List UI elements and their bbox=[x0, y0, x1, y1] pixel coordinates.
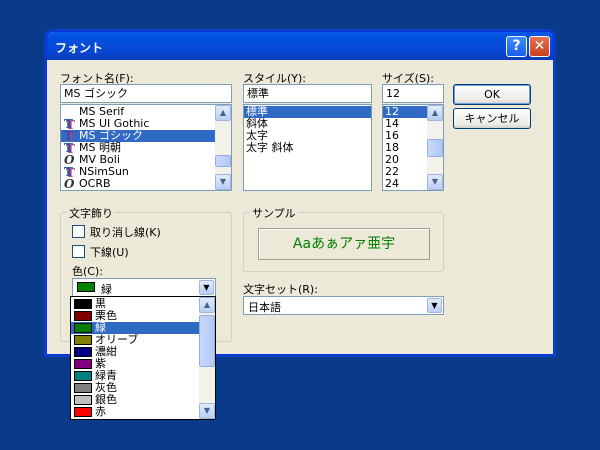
scroll-thumb[interactable] bbox=[215, 155, 231, 167]
title-bar[interactable]: フォント ? ✕ bbox=[47, 32, 553, 60]
font-name-list[interactable]: MS Serif T MS UI Gothic T MS ゴシック T MS 明… bbox=[60, 104, 232, 191]
cancel-button[interactable]: キャンセル bbox=[453, 108, 531, 129]
color-swatch bbox=[77, 282, 95, 292]
color-swatch bbox=[74, 383, 92, 393]
color-swatch bbox=[74, 311, 92, 321]
effects-legend: 文字飾り bbox=[67, 205, 115, 221]
color-option-black[interactable]: 黒 bbox=[71, 298, 199, 310]
underline-checkbox[interactable] bbox=[72, 245, 85, 258]
size-list[interactable]: 12 14 16 18 20 22 24 ▲ ▼ bbox=[382, 104, 444, 191]
scroll-up-icon[interactable]: ▲ bbox=[215, 105, 231, 121]
color-option-label: 赤 bbox=[95, 405, 106, 418]
help-button[interactable]: ? bbox=[506, 36, 527, 57]
color-option-maroon[interactable]: 栗色 bbox=[71, 310, 199, 322]
color-swatch bbox=[74, 323, 92, 333]
scroll-down-icon[interactable]: ▼ bbox=[199, 403, 215, 419]
size-list-scrollbar[interactable]: ▲ ▼ bbox=[427, 105, 443, 190]
charset-value: 日本語 bbox=[248, 301, 281, 314]
scroll-up-icon[interactable]: ▲ bbox=[199, 297, 215, 313]
color-dropdown-list[interactable]: 黒 栗色 緑 オリーブ 濃紺 紫 緑青 灰色 銀色 赤 ▲ ▼ bbox=[70, 296, 216, 420]
chevron-down-icon[interactable]: ▼ bbox=[199, 280, 214, 295]
font-item-ocrb[interactable]: O OCRB bbox=[61, 177, 215, 191]
color-swatch bbox=[74, 299, 92, 309]
color-swatch bbox=[74, 407, 92, 417]
style-item-label: 太字 斜体 bbox=[246, 141, 294, 154]
sample-legend: サンプル bbox=[250, 205, 298, 221]
style-item-bold-italic[interactable]: 太字 斜体 bbox=[244, 142, 371, 154]
style-value: 標準 bbox=[247, 87, 269, 100]
color-swatch bbox=[74, 395, 92, 405]
size-item[interactable]: 24 bbox=[383, 178, 427, 190]
strikeout-checkbox[interactable] bbox=[72, 225, 85, 238]
color-swatch bbox=[74, 347, 92, 357]
font-name-value: MS ゴシック bbox=[64, 87, 128, 100]
scroll-down-icon[interactable]: ▼ bbox=[215, 174, 231, 190]
ok-button-label: OK bbox=[484, 88, 500, 101]
sample-preview: Aaあぁアァ亜宇 bbox=[258, 228, 430, 260]
scroll-down-icon[interactable]: ▼ bbox=[427, 174, 443, 190]
color-label: 色(C): bbox=[72, 265, 103, 278]
color-option-silver[interactable]: 銀色 bbox=[71, 394, 199, 406]
ok-button[interactable]: OK bbox=[453, 84, 531, 105]
color-option-teal[interactable]: 緑青 bbox=[71, 370, 199, 382]
color-select[interactable]: 緑 ▼ bbox=[72, 278, 216, 297]
scroll-thumb[interactable] bbox=[427, 139, 443, 157]
size-value: 12 bbox=[386, 87, 400, 100]
underline-label: 下線(U) bbox=[90, 246, 129, 259]
scroll-thumb[interactable] bbox=[199, 315, 215, 367]
color-option-red[interactable]: 赤 bbox=[71, 406, 199, 418]
font-list-scrollbar[interactable]: ▲ ▼ bbox=[215, 105, 231, 190]
strikeout-label: 取り消し線(K) bbox=[90, 226, 161, 239]
charset-select[interactable]: 日本語 ▼ bbox=[243, 296, 444, 315]
close-icon: ✕ bbox=[533, 38, 546, 54]
style-input[interactable]: 標準 bbox=[243, 84, 372, 103]
color-list-scrollbar[interactable]: ▲ ▼ bbox=[199, 297, 215, 419]
style-list[interactable]: 標準 斜体 太字 太字 斜体 bbox=[243, 104, 372, 191]
color-swatch bbox=[74, 359, 92, 369]
font-name-input[interactable]: MS ゴシック bbox=[60, 84, 232, 103]
color-swatch bbox=[74, 335, 92, 345]
color-option-navy[interactable]: 濃紺 bbox=[71, 346, 199, 358]
help-icon: ? bbox=[512, 38, 521, 54]
close-button[interactable]: ✕ bbox=[529, 36, 550, 57]
color-option-purple[interactable]: 紫 bbox=[71, 358, 199, 370]
color-value: 緑 bbox=[101, 283, 112, 296]
color-option-gray[interactable]: 灰色 bbox=[71, 382, 199, 394]
opentype-icon: O bbox=[64, 177, 75, 191]
cancel-button-label: キャンセル bbox=[464, 112, 520, 125]
window-title: フォント bbox=[55, 41, 104, 55]
sample-text: Aaあぁアァ亜宇 bbox=[292, 236, 396, 252]
charset-label: 文字セット(R): bbox=[243, 283, 318, 296]
chevron-down-icon[interactable]: ▼ bbox=[427, 298, 442, 313]
color-swatch bbox=[74, 371, 92, 381]
scroll-up-icon[interactable]: ▲ bbox=[427, 105, 443, 121]
size-item-label: 24 bbox=[385, 177, 399, 190]
font-item-label: OCRB bbox=[79, 177, 111, 190]
size-input[interactable]: 12 bbox=[382, 84, 444, 103]
color-option-olive[interactable]: オリーブ bbox=[71, 334, 199, 346]
